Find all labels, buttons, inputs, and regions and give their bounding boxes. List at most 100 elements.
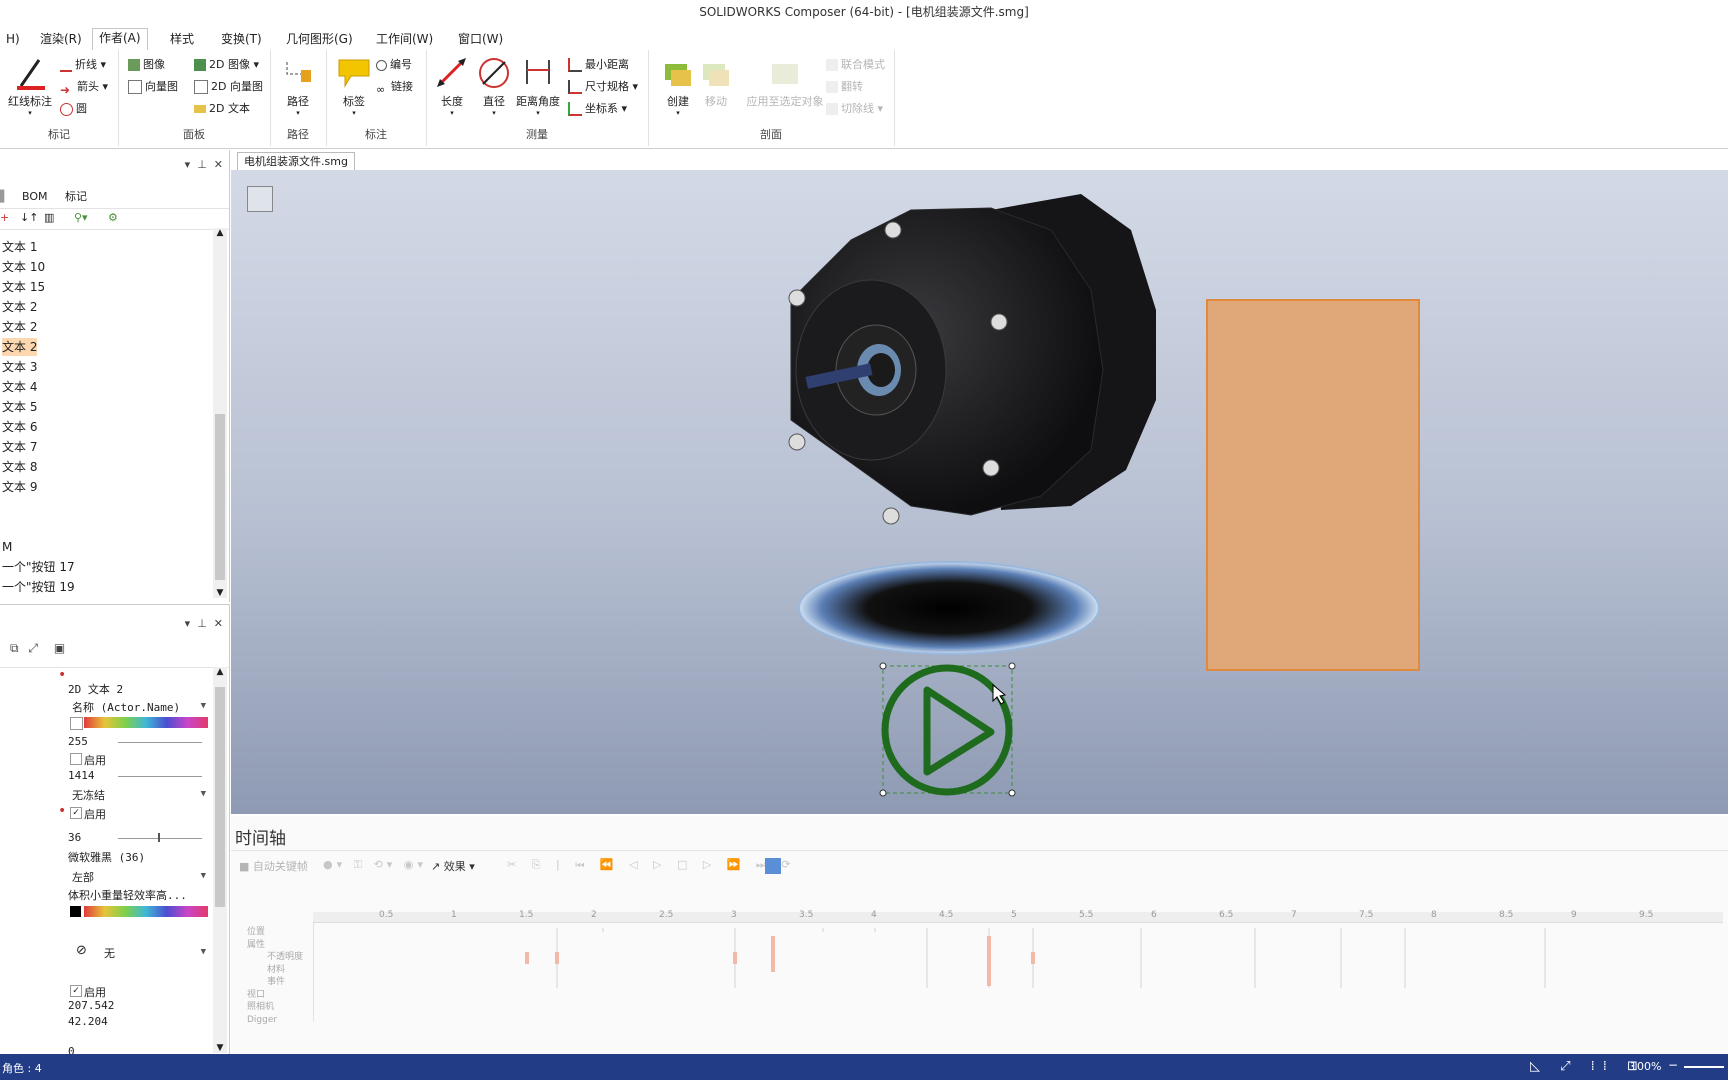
tree-item[interactable]: 文本 9	[2, 478, 37, 496]
apply-selected-button[interactable]: 应用至选定对象	[740, 56, 830, 109]
tree-scroll-thumb[interactable]	[215, 414, 225, 580]
dist-angle-button[interactable]: 距离角度 ▾	[516, 56, 560, 117]
prop-scroll-down-icon[interactable]: ▼	[213, 1043, 227, 1053]
effects-button[interactable]: ↗ 效果 ▾	[431, 858, 475, 874]
zoom-slider[interactable]	[1684, 1066, 1724, 1068]
min-dist-button[interactable]: 最小距离	[568, 56, 629, 74]
menu-transform[interactable]: 变换(T)	[215, 30, 268, 48]
tree-item[interactable]: 文本 2	[2, 298, 37, 316]
zoom-out-icon[interactable]: −	[1668, 1058, 1678, 1072]
menu-style[interactable]: 样式	[164, 30, 200, 48]
enable-checkbox-checked[interactable]: ✓	[70, 985, 82, 997]
pin-icon[interactable]: ⊥	[197, 158, 207, 171]
prop-menu-icon[interactable]: ▾	[185, 617, 191, 630]
tree-item[interactable]: 一个"按钮 17	[2, 558, 75, 576]
tab-markers[interactable]: 标记	[65, 190, 87, 203]
move-section-button[interactable]: 移动	[694, 56, 738, 109]
path-button[interactable]: 路径 ▾	[276, 56, 320, 117]
prop-pin-icon[interactable]: ⊥	[197, 617, 207, 630]
color-swatch-black[interactable]	[70, 906, 81, 917]
scroll-down-icon[interactable]: ▼	[213, 588, 227, 598]
prop-scroll-up-icon[interactable]: ▲	[213, 667, 227, 677]
prop-coord-x[interactable]: 207.542	[68, 999, 114, 1012]
cutline-button[interactable]: 切除线 ▾	[826, 100, 883, 118]
tab-bom[interactable]: BOM	[22, 190, 48, 203]
prop-text-value[interactable]: 体积小重量轻效率高...	[68, 887, 187, 903]
timeline-view-toggle-icon[interactable]	[765, 858, 781, 874]
timeline-key-tools[interactable]: ●▾ ⚿ ⟲▾ ◉▾	[323, 858, 427, 872]
menu-render[interactable]: 渲染(R)	[34, 30, 88, 48]
link-button[interactable]: ∞ 链接	[376, 78, 413, 96]
playback-controls[interactable]: ✂ ⎘ | ⏮ ⏪ ◁ ▷ □ ▷ ⏩ ⏭ ⟳	[507, 858, 797, 872]
menu-geometry[interactable]: 几何图形(G)	[280, 30, 359, 48]
orange-panel[interactable]	[1206, 299, 1420, 671]
font-size-slider-thumb[interactable]	[158, 833, 160, 842]
font-size-slider[interactable]	[118, 838, 202, 839]
label-button[interactable]: 标签 ▾	[332, 56, 376, 117]
dim-button[interactable]: 尺寸规格 ▾	[568, 78, 638, 96]
panel-menu-icon[interactable]: ▾	[185, 158, 191, 171]
prop-name-dropdown[interactable]: 名称 (Actor.Name) ▼	[72, 699, 206, 715]
flip-button[interactable]: 翻转	[826, 78, 863, 96]
color-swatch-white[interactable]	[70, 717, 83, 730]
opacity-slider[interactable]	[118, 742, 202, 743]
tree-item[interactable]: 文本 8	[2, 458, 37, 476]
redline-button[interactable]: 红线标注 ▾	[8, 56, 52, 117]
prop-save-icon[interactable]: ▣	[54, 641, 65, 655]
menu-window[interactable]: 窗口(W)	[452, 30, 509, 48]
add-icon[interactable]: +	[0, 211, 9, 224]
prop-none-dropdown[interactable]: 无 ▼	[104, 945, 206, 961]
tree-item[interactable]: 文本 6	[2, 418, 37, 436]
prop-view-icon[interactable]: ⧉	[10, 641, 19, 655]
prop-font-name[interactable]: 微软雅黑 (36)	[68, 849, 145, 865]
length-button[interactable]: 长度 ▾	[430, 56, 474, 117]
color-gradient-picker[interactable]	[84, 717, 208, 728]
coord-button[interactable]: 坐标系 ▾	[568, 100, 627, 118]
status-tools[interactable]: ◺ ⤢ ⁞⁞ ⊡	[1530, 1059, 1646, 1074]
document-tab[interactable]: 电机组装源文件.smg	[237, 152, 355, 170]
menu-help[interactable]: H)	[0, 30, 26, 48]
circle-button[interactable]: 圆	[60, 100, 87, 118]
size-slider[interactable]	[118, 776, 202, 777]
prop-scroll-thumb[interactable]	[215, 687, 225, 907]
tree-item[interactable]: 文本 10	[2, 258, 45, 276]
menu-workshop[interactable]: 工作间(W)	[370, 30, 439, 48]
motor-model[interactable]	[788, 194, 1156, 525]
tree-item[interactable]: 文本 5	[2, 398, 37, 416]
tree-item[interactable]: 一个"按钮 19	[2, 578, 75, 596]
polyline-button[interactable]: 折线 ▾	[60, 56, 106, 74]
timeline-keyframes[interactable]	[313, 922, 1723, 1022]
text2d-button[interactable]: 2D 文本	[194, 100, 250, 118]
filter-icon[interactable]: ⚲▾	[74, 211, 88, 224]
tree-item[interactable]: 文本 1	[2, 238, 37, 256]
tree-item[interactable]: 文本 7	[2, 438, 37, 456]
columns-icon[interactable]: ▥	[44, 211, 54, 224]
menu-author[interactable]: 作者(A)	[92, 28, 148, 51]
prop-pick-icon[interactable]: ⤢	[28, 641, 38, 655]
vector-button[interactable]: 向量图	[128, 78, 178, 96]
prop-scrollbar[interactable]: ▲ ▼	[213, 667, 227, 1053]
prop-coord-y[interactable]: 42.204	[68, 1015, 108, 1028]
prop-freeze-dropdown[interactable]: 无冻结 ▼	[72, 787, 206, 803]
tree-scrollbar[interactable]: ▲ ▼	[213, 228, 227, 598]
image2d-button[interactable]: 2D 图像 ▾	[194, 56, 259, 74]
enable-checkbox-checked[interactable]: ✓	[70, 807, 82, 819]
joint-mode-button[interactable]: 联合模式	[826, 56, 885, 74]
close-icon[interactable]: ✕	[214, 158, 223, 171]
text-color-gradient-picker[interactable]	[84, 906, 208, 917]
arrow-button[interactable]: ➜ 箭头 ▾	[60, 78, 108, 97]
vector2d-button[interactable]: 2D 向量图	[194, 78, 263, 96]
prop-close-icon[interactable]: ✕	[214, 617, 223, 630]
select-tool-icon[interactable]: ⚙	[108, 211, 118, 224]
prop-align-dropdown[interactable]: 左部 ▼	[72, 869, 206, 885]
auto-keyframe-button[interactable]: ■ 自动关键帧	[239, 858, 308, 874]
scroll-up-icon[interactable]: ▲	[213, 228, 227, 238]
tree-item[interactable]: 文本 15	[2, 278, 45, 296]
diameter-button[interactable]: 直径 ▾	[472, 56, 516, 117]
sort-icon[interactable]: ↓↑	[20, 211, 38, 224]
enable-checkbox[interactable]	[70, 753, 82, 765]
number-button[interactable]: 编号	[376, 56, 412, 74]
tree-item[interactable]: 文本 4	[2, 378, 37, 396]
image-button[interactable]: 图像	[128, 56, 165, 74]
3d-viewport[interactable]	[231, 170, 1728, 814]
